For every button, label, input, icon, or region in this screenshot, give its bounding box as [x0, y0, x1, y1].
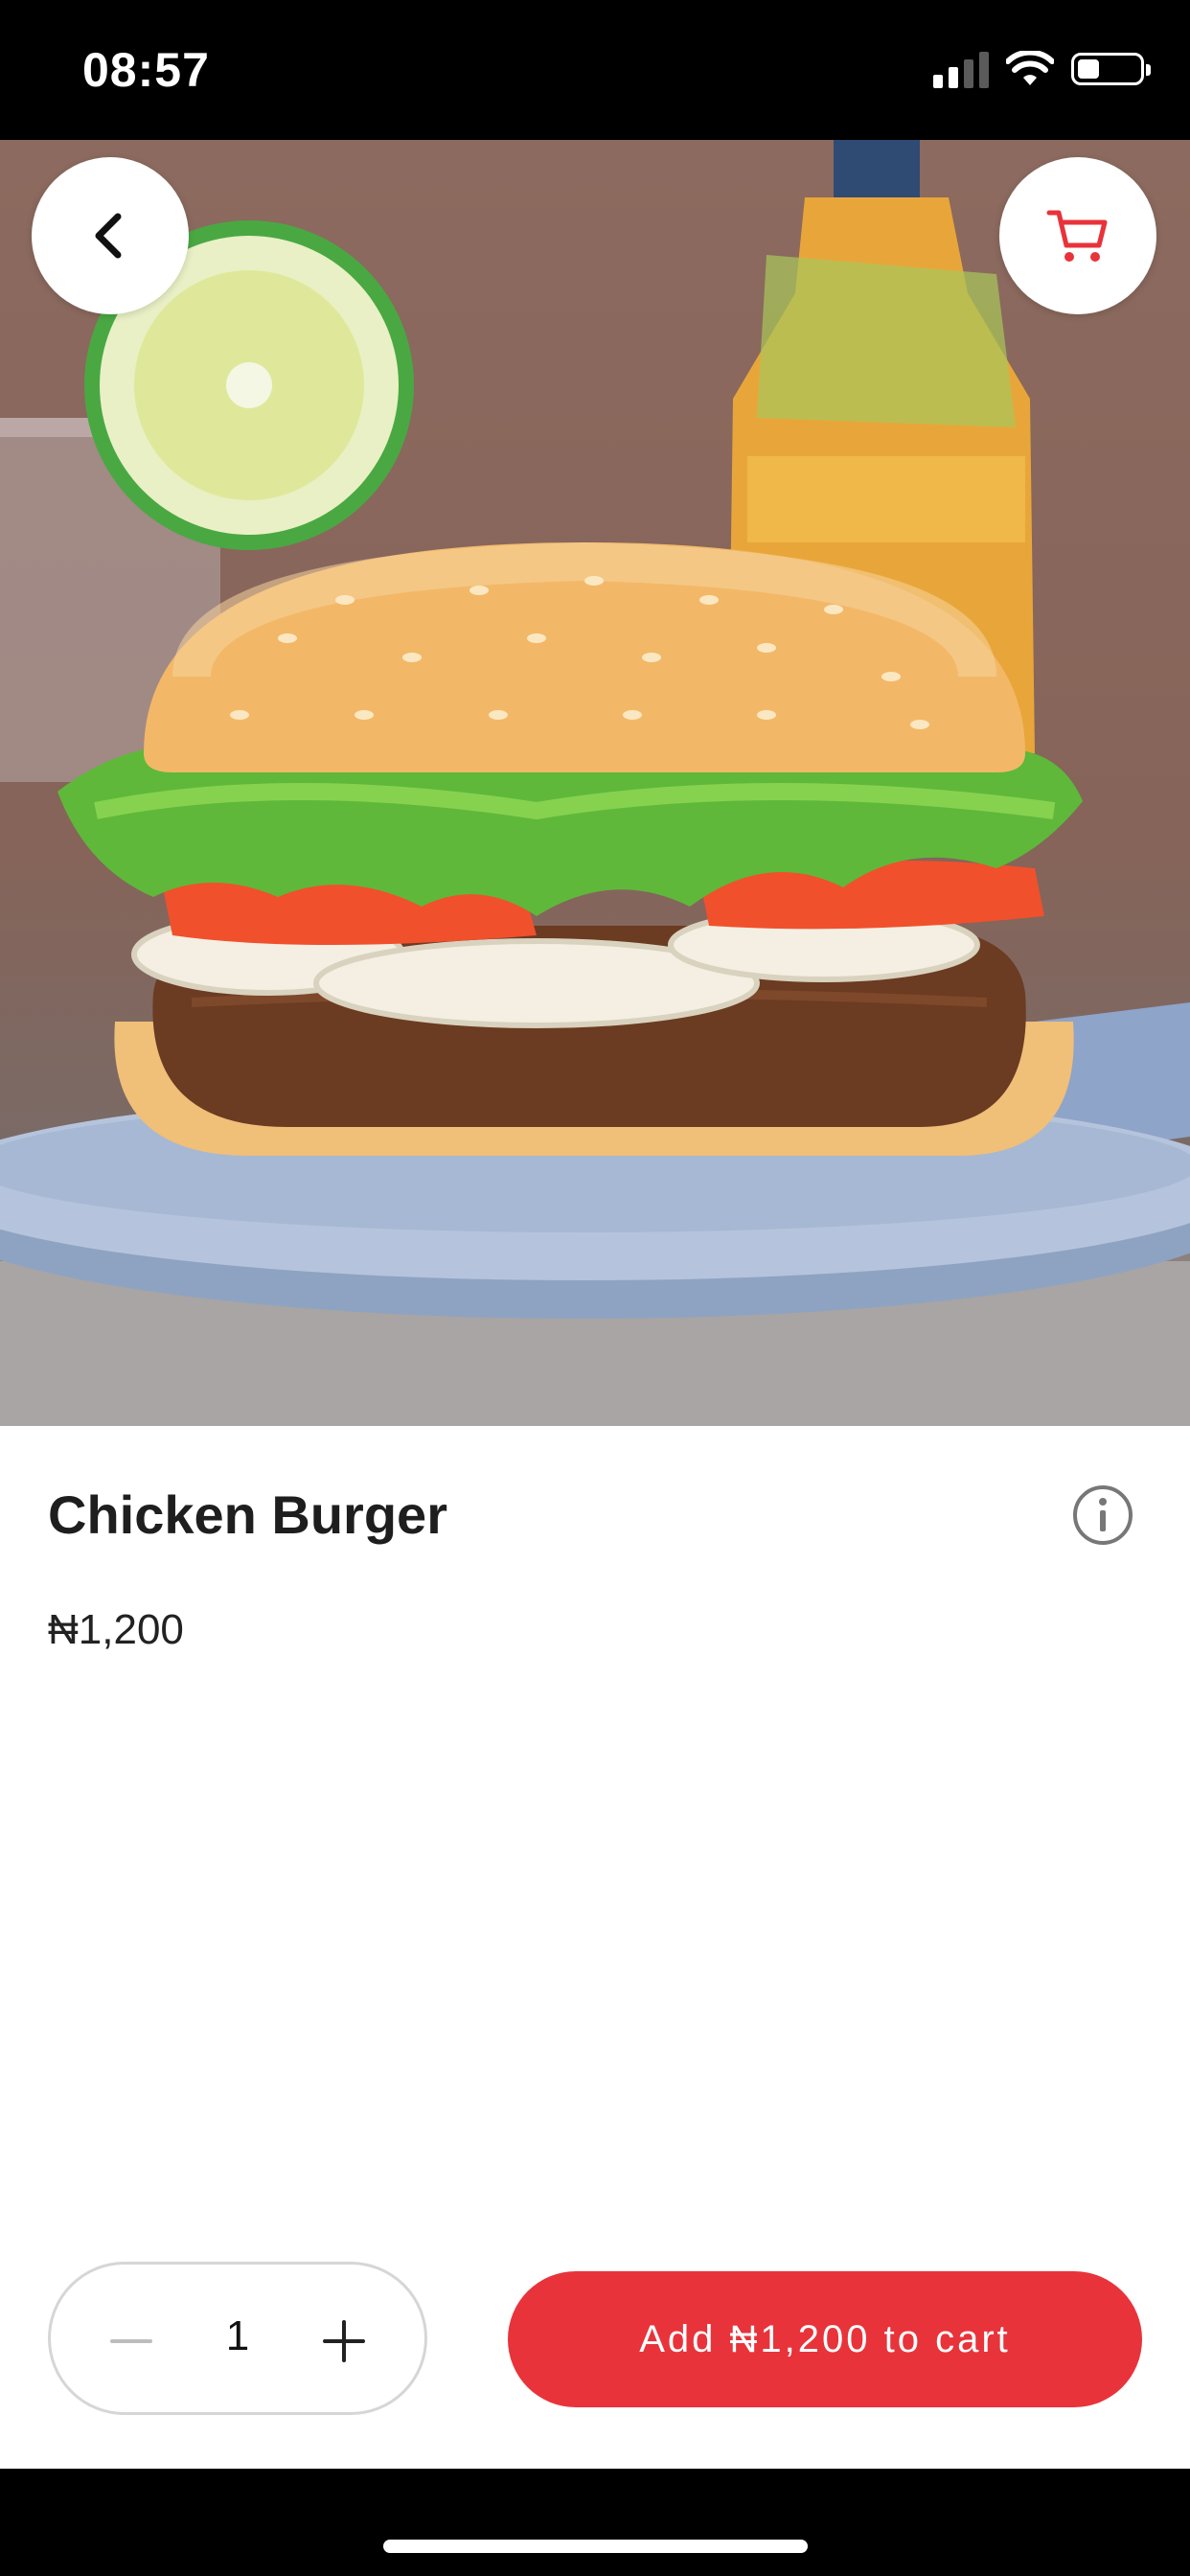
product-image [0, 140, 1190, 1426]
quantity-stepper: 1 [48, 2262, 427, 2415]
plus-icon [323, 2320, 365, 2362]
add-to-cart-button[interactable]: Add ₦1,200 to cart [508, 2271, 1142, 2407]
back-button[interactable] [32, 157, 189, 314]
product-price: ₦1,200 [48, 1606, 184, 1653]
cart-icon [1046, 210, 1108, 262]
status-icons [933, 50, 1151, 88]
add-to-cart-label: Add ₦1,200 to cart [639, 2317, 1011, 2360]
home-bar [0, 2469, 1190, 2576]
status-bar: 08:57 [0, 0, 1190, 140]
product-title: Chicken Burger [48, 1484, 447, 1545]
product-details: Chicken Burger ₦1,200 1 Add ₦1,200 to ca… [0, 1426, 1190, 2469]
info-icon[interactable] [1071, 1484, 1134, 1547]
increase-quantity-button[interactable] [306, 2303, 382, 2380]
status-time: 08:57 [82, 43, 210, 97]
home-indicator[interactable] [383, 2540, 808, 2553]
chevron-left-icon [95, 213, 122, 259]
cart-button[interactable] [999, 157, 1156, 314]
burger-photo [0, 140, 1190, 1426]
battery-icon [1071, 53, 1151, 85]
wifi-icon [1006, 51, 1054, 85]
cellular-signal-icon [933, 50, 989, 88]
